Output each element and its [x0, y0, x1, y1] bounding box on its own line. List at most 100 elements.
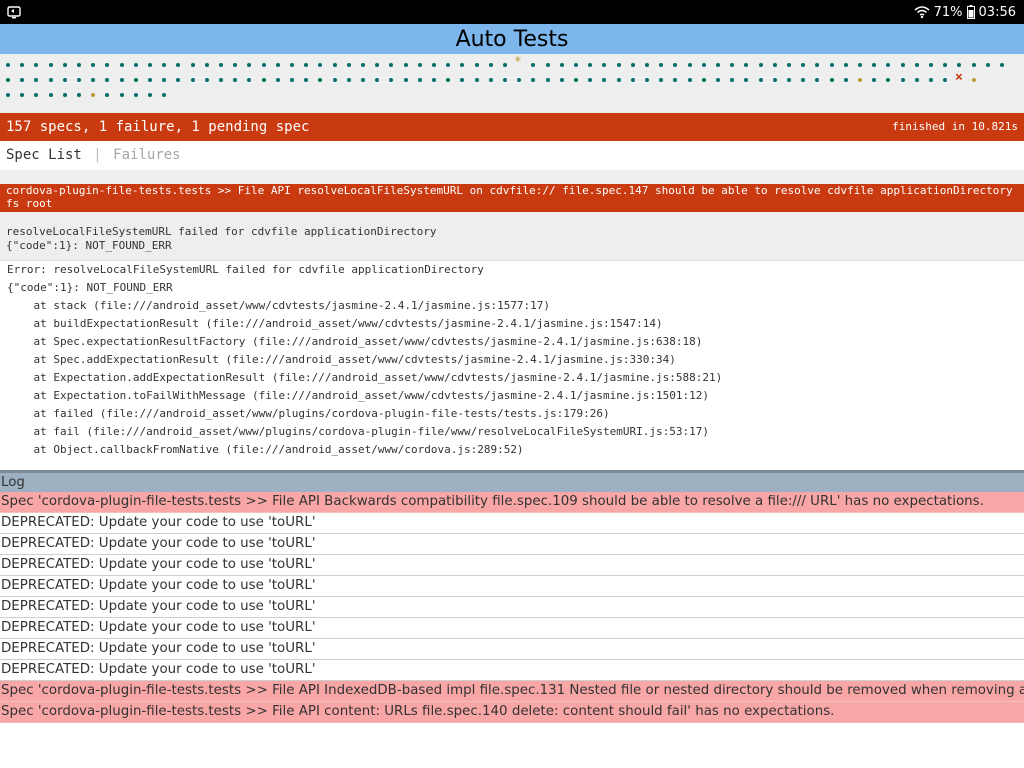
- passed-spec-dot: [659, 63, 663, 67]
- passed-spec-dot: [176, 63, 180, 67]
- dot-row: [6, 88, 1024, 103]
- status-bar: 71% 03:56: [0, 0, 1024, 24]
- passed-spec-dot: [262, 78, 266, 82]
- passed-spec-dot: [389, 63, 393, 67]
- passed-spec-dot: [333, 78, 337, 82]
- stack-line: at stack (file:///android_asset/www/cdvt…: [7, 299, 551, 312]
- passed-spec-dot: [730, 63, 734, 67]
- passed-spec-dot: [801, 63, 805, 67]
- passed-spec-dot: [318, 78, 322, 82]
- passed-spec-dot: [247, 78, 251, 82]
- passed-spec-dot: [63, 93, 67, 97]
- passed-spec-dot: [77, 63, 81, 67]
- passed-spec-dot: [34, 93, 38, 97]
- passed-spec-dot: [645, 63, 649, 67]
- log-entry: DEPRECATED: Update your code to use 'toU…: [0, 576, 1024, 597]
- page-title: Auto Tests: [455, 27, 569, 52]
- passed-spec-dot: [361, 63, 365, 67]
- passed-spec-dot: [34, 63, 38, 67]
- passed-spec-dot: [20, 63, 24, 67]
- passed-spec-dot: [702, 78, 706, 82]
- passed-spec-dot: [1000, 63, 1004, 67]
- passed-spec-dot: [105, 63, 109, 67]
- log-entry-warning: Spec 'cordova-plugin-file-tests.tests >>…: [0, 681, 1024, 702]
- pending-spec-marker: *: [514, 55, 522, 70]
- passed-spec-dot: [191, 63, 195, 67]
- passed-spec-dot: [162, 93, 166, 97]
- log-entry: DEPRECATED: Update your code to use 'toU…: [0, 618, 1024, 639]
- passed-spec-dot: [77, 93, 81, 97]
- results-summary-bar: 157 specs, 1 failure, 1 pending spec fin…: [0, 113, 1024, 141]
- passed-spec-dot: [531, 78, 535, 82]
- passed-spec-dot: [276, 78, 280, 82]
- passed-spec-dot: [773, 78, 777, 82]
- stack-line: Error: resolveLocalFileSystemURL failed …: [7, 263, 484, 276]
- passed-spec-dot: [304, 63, 308, 67]
- stack-line: at Spec.expectationResultFactory (file:/…: [7, 335, 703, 348]
- passed-spec-dot: [375, 63, 379, 67]
- failure-title[interactable]: cordova-plugin-file-tests.tests >> File …: [0, 184, 1024, 212]
- log-entry-warning: Spec 'cordova-plugin-file-tests.tests >>…: [0, 492, 1024, 513]
- passed-spec-dot: [588, 63, 592, 67]
- passed-spec-dot: [546, 78, 550, 82]
- passed-spec-dot: [673, 78, 677, 82]
- stack-line: at Object.callbackFromNative (file:///an…: [7, 443, 524, 456]
- passed-spec-dot: [858, 63, 862, 67]
- log-header: Log: [0, 470, 1024, 492]
- passed-spec-dot: [290, 78, 294, 82]
- passed-spec-dot: [886, 63, 890, 67]
- passed-spec-dot: [77, 78, 81, 82]
- passed-spec-dot: [972, 63, 976, 67]
- passed-spec-dot: [333, 63, 337, 67]
- passed-spec-dot: [318, 63, 322, 67]
- passed-spec-dot: [176, 78, 180, 82]
- passed-spec-dot: [120, 93, 124, 97]
- spec-list-link[interactable]: Spec List: [6, 147, 82, 163]
- passed-spec-dot: [6, 78, 10, 82]
- passed-spec-dot: [446, 63, 450, 67]
- failures-link[interactable]: Failures: [113, 147, 180, 163]
- passed-spec-dot: [759, 63, 763, 67]
- passed-spec-dot: [560, 63, 564, 67]
- passed-spec-dot: [787, 63, 791, 67]
- passed-spec-dot: [957, 63, 961, 67]
- passed-spec-dot: [489, 78, 493, 82]
- passed-spec-dot: [702, 63, 706, 67]
- passed-spec-dot: [716, 63, 720, 67]
- passed-spec-dot: [929, 63, 933, 67]
- specs-summary: 157 specs, 1 failure, 1 pending spec: [6, 119, 310, 135]
- stack-trace[interactable]: Error: resolveLocalFileSystemURL failed …: [0, 260, 1024, 464]
- passed-spec-dot: [631, 63, 635, 67]
- spec-progress-dots: * ×: [0, 54, 1024, 114]
- passed-spec-dot: [716, 78, 720, 82]
- menu-separator: |: [93, 147, 102, 163]
- passed-spec-dot: [49, 63, 53, 67]
- passed-spec-dot: [503, 63, 507, 67]
- passed-spec-dot: [375, 78, 379, 82]
- passed-spec-dot: [943, 63, 947, 67]
- passed-spec-dot: [162, 78, 166, 82]
- passed-spec-dot: [148, 63, 152, 67]
- passed-spec-dot: [844, 78, 848, 82]
- pending-spec-dot: [972, 78, 976, 82]
- log-entry: DEPRECATED: Update your code to use 'toU…: [0, 639, 1024, 660]
- passed-spec-dot: [830, 78, 834, 82]
- passed-spec-dot: [361, 78, 365, 82]
- passed-spec-dot: [120, 63, 124, 67]
- stack-line: at fail (file:///android_asset/www/plugi…: [7, 425, 709, 438]
- passed-spec-dot: [744, 78, 748, 82]
- passed-spec-dot: [815, 78, 819, 82]
- passed-spec-dot: [162, 63, 166, 67]
- log-panel[interactable]: Log Spec 'cordova-plugin-file-tests.test…: [0, 470, 1024, 768]
- passed-spec-dot: [787, 78, 791, 82]
- stack-line: at buildExpectationResult (file:///andro…: [7, 317, 663, 330]
- passed-spec-dot: [872, 63, 876, 67]
- passed-spec-dot: [134, 63, 138, 67]
- passed-spec-dot: [34, 78, 38, 82]
- passed-spec-dot: [219, 78, 223, 82]
- passed-spec-dot: [517, 78, 521, 82]
- passed-spec-dot: [602, 78, 606, 82]
- log-entry: DEPRECATED: Update your code to use 'toU…: [0, 513, 1024, 534]
- passed-spec-dot: [759, 78, 763, 82]
- passed-spec-dot: [475, 78, 479, 82]
